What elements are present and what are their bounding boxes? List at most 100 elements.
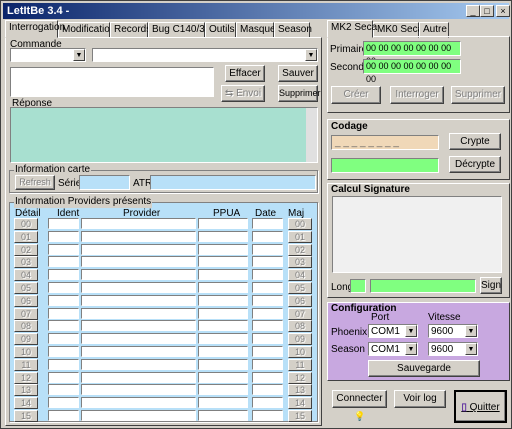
detail-row-button[interactable]: 04 <box>14 269 38 282</box>
provider-cell <box>81 358 196 370</box>
voir-log-button[interactable]: Voir log <box>394 390 446 408</box>
codage-output[interactable] <box>331 158 439 173</box>
detail-row-button[interactable]: 03 <box>14 256 38 269</box>
tab-modification[interactable]: Modification <box>58 22 115 38</box>
quitter-button[interactable]: ▯ Quitter <box>454 390 507 423</box>
maximize-button[interactable]: □ <box>480 5 494 17</box>
season-port-value: COM1 <box>371 344 400 355</box>
detail-row-button[interactable]: 07 <box>14 307 38 320</box>
provider-cell <box>252 307 283 319</box>
detail-row-button[interactable]: 10 <box>14 346 38 358</box>
season-speed-select[interactable]: 9600 ▼ <box>428 342 478 356</box>
window-title: LetItBe 3.4 - <box>7 5 70 17</box>
refresh-button[interactable]: Refresh <box>15 175 55 190</box>
provider-cell <box>48 346 79 357</box>
detail-row-button[interactable]: 09 <box>14 333 38 346</box>
codage-input[interactable]: _ _ _ _ _ _ _ _ <box>331 135 439 150</box>
provider-cell <box>252 410 283 421</box>
provider-cell <box>48 371 79 383</box>
maj-row-button[interactable]: 05 <box>288 282 312 294</box>
maj-row-button[interactable]: 13 <box>288 384 312 397</box>
send-icon: ⇆ <box>224 88 234 99</box>
envoi-button[interactable]: ⇆ Envoi <box>221 85 265 102</box>
provider-cell <box>198 384 248 396</box>
provider-cell <box>198 230 248 242</box>
creer-button[interactable]: Créer <box>331 86 381 104</box>
provider-cell <box>81 230 196 242</box>
provider-cell <box>252 230 283 242</box>
maj-row-button[interactable]: 02 <box>288 243 312 256</box>
phoenix-port-value: COM1 <box>371 326 400 337</box>
phoenix-port-select[interactable]: COM1 ▼ <box>368 324 418 338</box>
provider-cell <box>48 384 79 396</box>
sign-button[interactable]: Sign <box>480 277 502 294</box>
signature-area[interactable] <box>332 196 502 273</box>
maj-row-button[interactable]: 01 <box>288 230 312 243</box>
maj-row-button[interactable]: 06 <box>288 294 312 307</box>
reponse-scrollbar[interactable] <box>306 108 317 162</box>
command-input[interactable] <box>10 67 214 97</box>
season-port-select[interactable]: COM1 ▼ <box>368 342 418 356</box>
sauver-button[interactable]: Sauver <box>278 65 318 82</box>
maj-row-button[interactable]: 10 <box>288 346 312 358</box>
second-field[interactable]: 00 00 00 00 00 00 00 00 <box>363 59 461 84</box>
maj-row-button[interactable]: 07 <box>288 307 312 320</box>
tab-outils[interactable]: Outils <box>205 22 236 38</box>
detail-row-button[interactable]: 02 <box>14 243 38 256</box>
decrypte-button[interactable]: Décrypte <box>449 156 501 173</box>
primaire-field[interactable]: 00 00 00 00 00 00 00 00 <box>363 41 461 66</box>
maj-row-button[interactable]: 08 <box>288 320 312 333</box>
detail-row-button[interactable]: 15 <box>14 410 38 422</box>
provider-cell <box>252 243 283 255</box>
atr-field[interactable] <box>150 175 316 190</box>
provider-cell <box>198 243 248 255</box>
vitesse-label: Vitesse <box>428 312 461 323</box>
maj-row-button[interactable]: 00 <box>288 218 312 230</box>
close-button[interactable]: × <box>496 5 510 17</box>
minimize-button[interactable]: _ <box>466 5 480 17</box>
detail-row-button[interactable]: 00 <box>14 218 38 230</box>
maj-row-button[interactable]: 04 <box>288 269 312 282</box>
tab-season[interactable]: Season <box>274 22 312 38</box>
detail-row-button[interactable]: 01 <box>14 230 38 243</box>
interroger-button[interactable]: Interroger <box>390 86 444 104</box>
provider-cell <box>48 397 79 409</box>
detail-row-button[interactable]: 13 <box>14 384 38 397</box>
maj-row-button[interactable]: 15 <box>288 410 312 422</box>
maj-row-button[interactable]: 03 <box>288 256 312 269</box>
supprimer-button[interactable]: Supprimer <box>278 85 321 102</box>
maj-row-button[interactable]: 14 <box>288 397 312 410</box>
chevron-down-icon: ▼ <box>465 325 477 337</box>
provider-cell <box>252 397 283 409</box>
detail-row-button[interactable]: 06 <box>14 294 38 307</box>
phoenix-speed-select[interactable]: 9600 ▼ <box>428 324 478 338</box>
provider-cell <box>198 307 248 319</box>
provider-cell <box>48 256 79 268</box>
tab-masque[interactable]: Masque <box>236 22 276 38</box>
tab-bug[interactable]: Bug C140/38 <box>148 22 210 38</box>
crypte-button[interactable]: Crypte <box>449 133 501 150</box>
maj-row-button[interactable]: 12 <box>288 371 312 384</box>
tab-records[interactable]: Records <box>110 22 151 38</box>
detail-row-button[interactable]: 12 <box>14 371 38 384</box>
maj-row-button[interactable]: 09 <box>288 333 312 346</box>
tab-interrogation[interactable]: Interrogation <box>5 20 65 38</box>
connecter-button[interactable]: Connecter <box>332 390 387 408</box>
long-field[interactable] <box>350 279 366 293</box>
detail-row-button[interactable]: 08 <box>14 320 38 333</box>
sauvegarde-button[interactable]: Sauvegarde <box>368 360 480 377</box>
serie-field[interactable] <box>79 175 130 190</box>
commande-detail-select[interactable]: ▼ <box>92 48 318 62</box>
tab-mk2-seca[interactable]: MK2 Seca <box>327 20 377 38</box>
provider-cell <box>81 218 196 229</box>
provider-cell <box>48 358 79 370</box>
commande-select[interactable]: ▼ <box>10 48 86 62</box>
signature-output[interactable] <box>370 279 476 293</box>
supprimer-mk2-button[interactable]: Supprimer <box>451 86 505 104</box>
maj-row-button[interactable]: 11 <box>288 358 312 371</box>
detail-row-button[interactable]: 14 <box>14 397 38 410</box>
effacer-button[interactable]: Effacer <box>225 65 265 82</box>
detail-row-button[interactable]: 11 <box>14 358 38 371</box>
reponse-area[interactable] <box>10 107 318 163</box>
detail-row-button[interactable]: 05 <box>14 282 38 294</box>
